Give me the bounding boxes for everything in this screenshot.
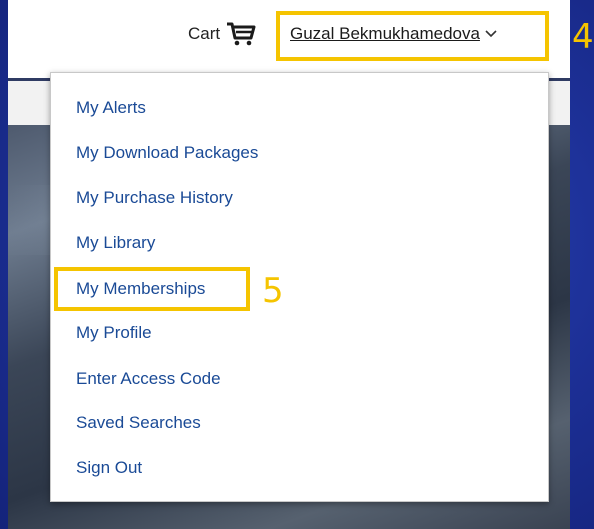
menu-item-saved-searches[interactable]: Saved Searches	[76, 413, 201, 433]
cart-label: Cart	[188, 24, 221, 43]
menu-item-my-download-packages[interactable]: My Download Packages	[76, 143, 258, 163]
menu-item-my-purchase-history[interactable]: My Purchase History	[76, 188, 233, 208]
callout-step-5: 5	[262, 271, 284, 311]
memberships-highlight-box	[54, 267, 250, 311]
menu-item-my-alerts[interactable]: My Alerts	[76, 98, 146, 118]
shopping-cart-icon[interactable]	[226, 21, 256, 47]
user-menu-highlight-box	[276, 11, 549, 61]
cart-link[interactable]: Cart	[188, 20, 256, 48]
menu-item-enter-access-code[interactable]: Enter Access Code	[76, 369, 221, 389]
menu-item-my-profile[interactable]: My Profile	[76, 323, 152, 343]
menu-item-my-library[interactable]: My Library	[76, 233, 155, 253]
callout-step-4: 4	[572, 17, 594, 57]
menu-item-sign-out[interactable]: Sign Out	[76, 458, 142, 478]
website-screenshot: Cart Guzal Bekmukhamedova My Alerts My D…	[8, 0, 570, 529]
